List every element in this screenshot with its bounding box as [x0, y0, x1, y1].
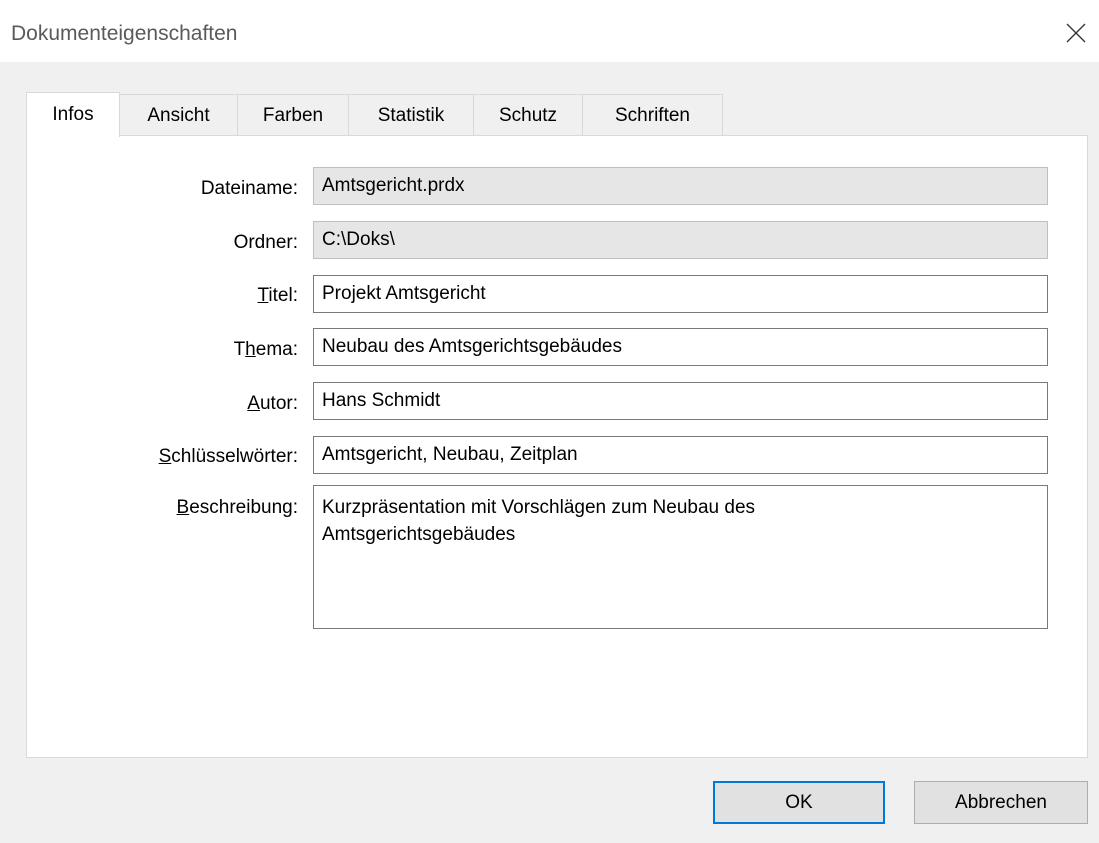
thema-input[interactable]: Neubau des Amtsgerichtsgebäudes — [313, 328, 1048, 366]
tab-label: Farben — [262, 104, 324, 126]
tab-infos[interactable]: Infos — [26, 92, 120, 137]
titel-label: Titel: — [257, 285, 298, 306]
tab-label: Schriften — [615, 104, 690, 126]
schluesselwoerter-label: Schlüsselwörter: — [158, 446, 298, 467]
tab-statistik[interactable]: Statistik — [349, 94, 474, 136]
cancel-button[interactable]: Abbrechen — [914, 781, 1088, 824]
beschreibung-textarea[interactable]: Kurzpräsentation mit Vorschlägen zum Neu… — [313, 485, 1048, 629]
autor-label: Autor: — [247, 393, 298, 414]
tab-farben[interactable]: Farben — [238, 94, 349, 136]
tab-schriften[interactable]: Schriften — [583, 94, 723, 136]
ordner-label: Ordner: — [233, 232, 298, 253]
title-bar: Dokumenteigenschaften — [0, 0, 1099, 62]
window-title: Dokumenteigenschaften — [11, 22, 238, 45]
tab-label: Schutz — [498, 104, 558, 126]
dialog-window: Dokumenteigenschaften Infos Ansicht Farb… — [0, 0, 1099, 843]
tab-label: Infos — [52, 104, 94, 125]
thema-label: Thema: — [233, 339, 298, 360]
close-icon — [1066, 23, 1086, 43]
titel-input[interactable]: Projekt Amtsgericht — [313, 275, 1048, 313]
autor-input[interactable]: Hans Schmidt — [313, 382, 1048, 420]
dateiname-label: Dateiname: — [200, 178, 298, 199]
tab-bar: Infos Ansicht Farben Statistik Schutz Sc… — [26, 92, 723, 137]
tab-label: Ansicht — [147, 104, 210, 126]
dateiname-field: Amtsgericht.prdx — [313, 167, 1048, 205]
schluesselwoerter-input[interactable]: Amtsgericht, Neubau, Zeitplan — [313, 436, 1048, 474]
beschreibung-label: Beschreibung: — [176, 497, 298, 518]
close-button[interactable] — [1053, 10, 1099, 56]
ok-button[interactable]: OK — [713, 781, 885, 824]
tab-label: Statistik — [377, 104, 445, 126]
ordner-field: C:\Doks\ — [313, 221, 1048, 259]
tab-schutz[interactable]: Schutz — [474, 94, 583, 136]
tab-ansicht[interactable]: Ansicht — [120, 94, 238, 136]
